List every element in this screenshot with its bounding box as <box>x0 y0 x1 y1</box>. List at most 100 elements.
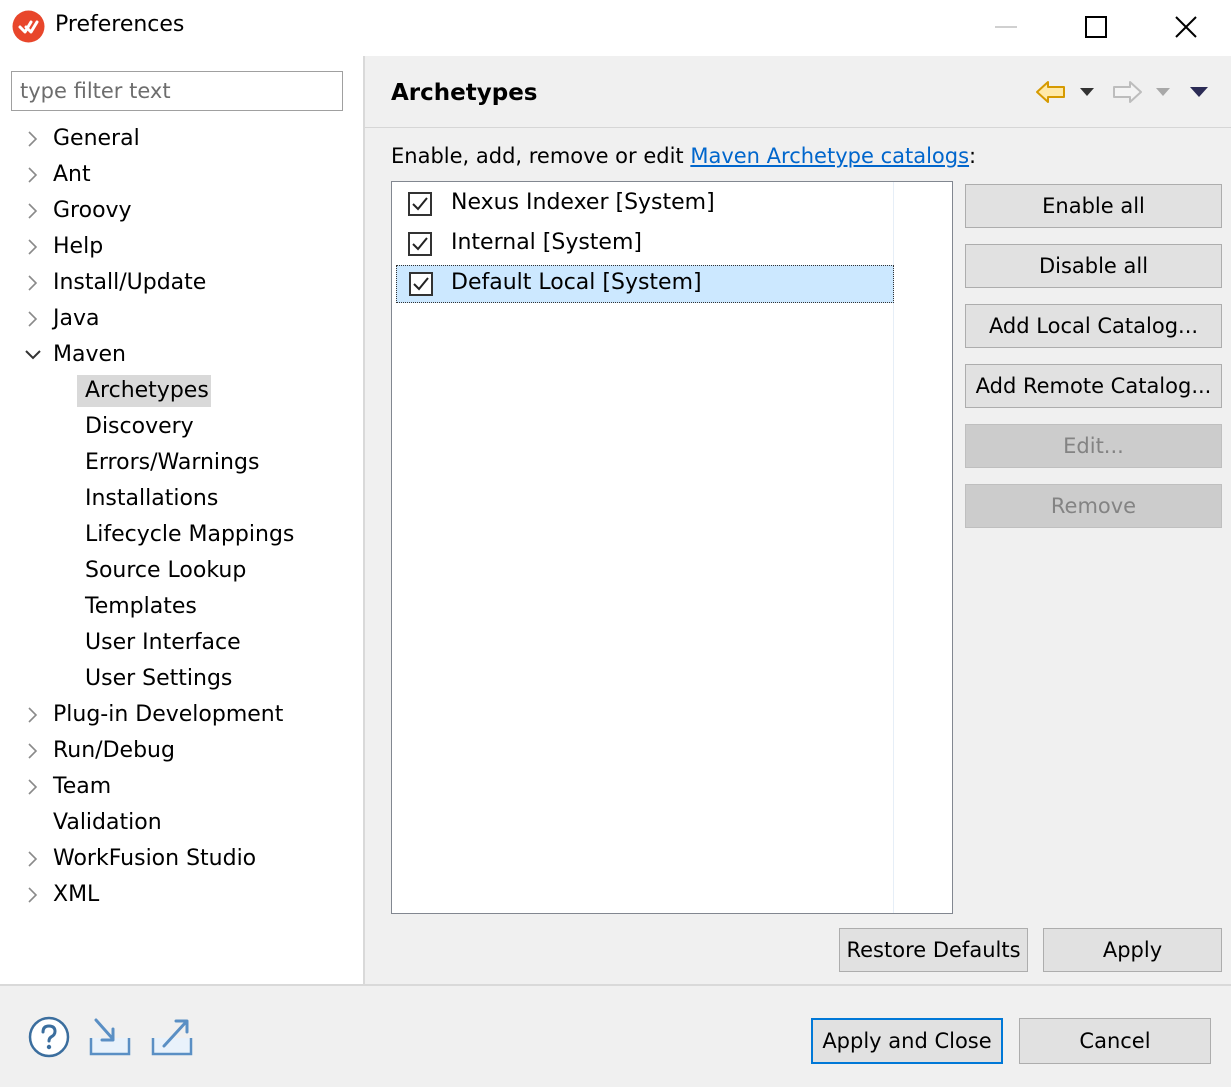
tree-item-general[interactable]: General <box>0 121 363 157</box>
tree-item-team[interactable]: Team <box>0 769 363 805</box>
catalog-checkbox[interactable] <box>409 272 433 296</box>
tree-item-installations[interactable]: Installations <box>0 481 363 517</box>
apply-and-close-button[interactable]: Apply and Close <box>811 1018 1003 1064</box>
add-remote-catalog-button[interactable]: Add Remote Catalog... <box>965 364 1222 408</box>
tree-item-label: Ant <box>53 162 91 187</box>
tree-item-label: Installations <box>85 486 219 511</box>
chevron-right-icon[interactable] <box>22 193 44 229</box>
tree-item-label: Run/Debug <box>53 738 175 763</box>
tree-item-validation[interactable]: Validation <box>0 805 363 841</box>
tree-item-label: Source Lookup <box>85 558 247 583</box>
tree-item-lifecycle-mappings[interactable]: Lifecycle Mappings <box>0 517 363 553</box>
catalog-row[interactable]: Default Local [System] <box>396 265 894 303</box>
catalog-checkbox[interactable] <box>408 192 432 216</box>
chevron-right-icon[interactable] <box>22 157 44 193</box>
tree-item-label: Lifecycle Mappings <box>85 522 295 547</box>
tree-item-workfusion-studio[interactable]: WorkFusion Studio <box>0 841 363 877</box>
catalog-label: Internal [System] <box>451 230 642 255</box>
tree-item-label: Team <box>53 774 112 799</box>
tree-item-discovery[interactable]: Discovery <box>0 409 363 445</box>
tree-item-source-lookup[interactable]: Source Lookup <box>0 553 363 589</box>
tree-item-label: WorkFusion Studio <box>53 846 257 871</box>
tree-item-xml[interactable]: XML <box>0 877 363 913</box>
tree-item-label: Groovy <box>53 198 132 223</box>
page-header: Archetypes <box>365 56 1231 128</box>
tree-item-errors-warnings[interactable]: Errors/Warnings <box>0 445 363 481</box>
chevron-right-icon[interactable] <box>22 301 44 337</box>
tree-item-help[interactable]: Help <box>0 229 363 265</box>
tree-item-plug-in-development[interactable]: Plug-in Development <box>0 697 363 733</box>
catalog-row[interactable]: Internal [System] <box>396 225 894 263</box>
remove-button: Remove <box>965 484 1222 528</box>
tree-item-label: Java <box>53 306 100 331</box>
checkmark-icon <box>412 237 428 251</box>
catalog-checkbox[interactable] <box>408 232 432 256</box>
maximize-button[interactable] <box>1051 0 1141 54</box>
tree-item-java[interactable]: Java <box>0 301 363 337</box>
chevron-right-icon[interactable] <box>22 769 44 805</box>
archetype-catalog-list[interactable]: Nexus Indexer [System] Internal [System] D… <box>391 181 953 914</box>
close-icon <box>1175 16 1197 38</box>
archetypes-page: Archetypes Enable, add, remove or edit M… <box>365 56 1231 984</box>
tree-item-archetypes[interactable]: Archetypes <box>0 373 363 409</box>
chevron-right-icon[interactable] <box>22 121 44 157</box>
help-icon[interactable] <box>28 1016 70 1062</box>
tree-item-run-debug[interactable]: Run/Debug <box>0 733 363 769</box>
enable-all-button[interactable]: Enable all <box>965 184 1222 228</box>
chevron-right-icon[interactable] <box>22 229 44 265</box>
tree-item-ant[interactable]: Ant <box>0 157 363 193</box>
tree-item-label: Archetypes <box>85 378 209 403</box>
restore-defaults-button[interactable]: Restore Defaults <box>839 928 1028 972</box>
title-bar: Preferences <box>0 0 1231 54</box>
minimize-button[interactable] <box>961 0 1051 54</box>
checkmark-icon <box>412 197 428 211</box>
tree-item-label: XML <box>53 882 100 907</box>
export-icon[interactable] <box>150 1016 196 1062</box>
tree-item-label: Plug-in Development <box>53 702 284 727</box>
tree-item-maven[interactable]: Maven <box>0 337 363 373</box>
disable-all-button[interactable]: Disable all <box>965 244 1222 288</box>
forward-arrow-icon <box>1111 78 1143 106</box>
view-menu-icon[interactable] <box>1187 78 1211 106</box>
chevron-right-icon[interactable] <box>22 733 44 769</box>
maven-archetype-catalogs-link[interactable]: Maven Archetype catalogs <box>690 144 969 168</box>
tree-item-label: Discovery <box>85 414 194 439</box>
catalog-row[interactable]: Nexus Indexer [System] <box>396 185 894 223</box>
dialog-footer: Apply and Close Cancel <box>0 986 1231 1087</box>
tree-item-groovy[interactable]: Groovy <box>0 193 363 229</box>
window-title: Preferences <box>55 12 185 37</box>
apply-button[interactable]: Apply <box>1043 928 1222 972</box>
edit-button: Edit... <box>965 424 1222 468</box>
tree-item-label: Install/Update <box>53 270 207 295</box>
tree-item-user-settings[interactable]: User Settings <box>0 661 363 697</box>
tree-item-install-update[interactable]: Install/Update <box>0 265 363 301</box>
chevron-right-icon[interactable] <box>22 697 44 733</box>
chevron-right-icon[interactable] <box>22 877 44 913</box>
add-local-catalog-button[interactable]: Add Local Catalog... <box>965 304 1222 348</box>
catalog-label: Default Local [System] <box>451 270 702 295</box>
tree-item-templates[interactable]: Templates <box>0 589 363 625</box>
back-menu-icon[interactable] <box>1077 78 1097 106</box>
tree-item-label: User Interface <box>85 630 241 655</box>
chevron-down-icon[interactable] <box>22 337 44 373</box>
import-icon[interactable] <box>88 1016 134 1062</box>
description-text: Enable, add, remove or edit <box>391 144 691 168</box>
tree-item-label: Validation <box>53 810 162 835</box>
tree-item-label: Maven <box>53 342 126 367</box>
chevron-right-icon[interactable] <box>22 265 44 301</box>
forward-menu-icon <box>1153 78 1173 106</box>
preferences-tree-panel: General Ant Groovy Help Install/Update Java Ma… <box>0 54 363 984</box>
chevron-right-icon[interactable] <box>22 841 44 877</box>
filter-input[interactable] <box>11 71 343 111</box>
maximize-icon <box>1085 16 1107 38</box>
page-title: Archetypes <box>391 80 538 106</box>
close-button[interactable] <box>1141 0 1231 54</box>
checkmark-icon <box>413 277 429 291</box>
tree-item-user-interface[interactable]: User Interface <box>0 625 363 661</box>
tree-item-label: Templates <box>85 594 197 619</box>
eclipse-logo-icon <box>12 10 45 43</box>
tree-item-label: Help <box>53 234 104 259</box>
back-arrow-icon[interactable] <box>1035 78 1067 106</box>
cancel-button[interactable]: Cancel <box>1019 1018 1211 1064</box>
page-description: Enable, add, remove or edit Maven Archet… <box>391 144 976 168</box>
